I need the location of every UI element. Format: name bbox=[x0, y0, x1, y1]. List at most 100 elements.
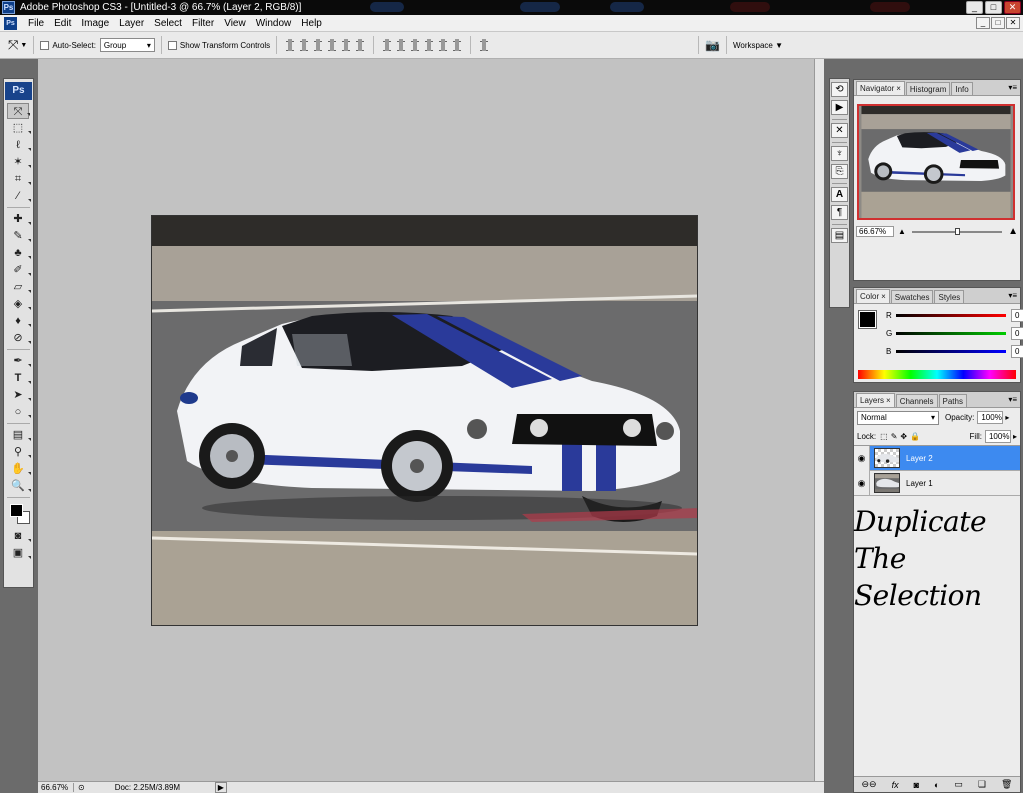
red-value-field[interactable]: 0 bbox=[1011, 308, 1023, 322]
distribute-bottom-icon[interactable] bbox=[409, 39, 421, 51]
menu-edit[interactable]: Edit bbox=[49, 18, 76, 29]
doc-restore-button[interactable]: □ bbox=[991, 17, 1005, 29]
app-menu-icon[interactable]: Ps bbox=[4, 16, 17, 30]
doc-close-button[interactable]: ✕ bbox=[1006, 17, 1020, 29]
auto-align-icon[interactable] bbox=[478, 39, 490, 51]
tab-channels[interactable]: Channels bbox=[895, 394, 938, 407]
menu-layer[interactable]: Layer bbox=[114, 18, 149, 29]
close-icon[interactable]: × bbox=[896, 84, 901, 93]
panel-menu-icon[interactable]: ▾≡ bbox=[1008, 395, 1017, 404]
lock-paint-icon[interactable]: ✎ bbox=[891, 432, 898, 441]
align-right-icon[interactable] bbox=[354, 39, 366, 51]
blend-mode-dropdown[interactable]: Normal ▾ bbox=[857, 410, 939, 425]
actions-panel-icon[interactable]: ▶ bbox=[831, 100, 848, 115]
menu-window[interactable]: Window bbox=[251, 18, 297, 29]
panel-menu-icon[interactable]: ▾≡ bbox=[1008, 291, 1017, 300]
blue-value-field[interactable]: 0 bbox=[1011, 344, 1023, 358]
maximize-button[interactable]: □ bbox=[985, 1, 1002, 14]
brushes-panel-icon[interactable]: ♆ bbox=[831, 146, 848, 161]
opacity-arrow-icon[interactable]: ▸ bbox=[1005, 413, 1009, 422]
tab-styles[interactable]: Styles bbox=[934, 290, 965, 303]
shape-tool-icon[interactable]: ○ bbox=[7, 404, 31, 420]
tab-paths[interactable]: Paths bbox=[938, 394, 967, 407]
clone-source-icon[interactable]: ⎘ bbox=[831, 164, 848, 179]
slider-knob[interactable] bbox=[955, 227, 961, 235]
align-top-icon[interactable] bbox=[284, 39, 296, 51]
zoom-out-icon[interactable]: ▲ bbox=[898, 227, 906, 236]
close-icon[interactable]: × bbox=[886, 396, 891, 405]
fill-arrow-icon[interactable]: ▸ bbox=[1013, 432, 1017, 441]
visibility-eye-icon[interactable]: ◉ bbox=[854, 445, 870, 471]
blue-slider[interactable] bbox=[896, 349, 1006, 353]
status-zoom[interactable]: 66.67% bbox=[38, 783, 74, 792]
visibility-eye-icon[interactable]: ◉ bbox=[854, 470, 870, 496]
crop-tool-icon[interactable]: ⌗ bbox=[7, 171, 31, 187]
menu-image[interactable]: Image bbox=[76, 18, 114, 29]
blur-tool-icon[interactable]: ♦ bbox=[7, 313, 31, 329]
zoom-in-icon[interactable]: ▲ bbox=[1008, 226, 1018, 237]
screen-mode-icon[interactable]: ▣ bbox=[7, 545, 31, 561]
document-workspace[interactable] bbox=[38, 59, 814, 781]
tab-navigator[interactable]: Navigator × bbox=[856, 81, 905, 95]
vertical-scrollbar[interactable] bbox=[814, 59, 824, 781]
lock-position-icon[interactable]: ✥ bbox=[900, 432, 907, 441]
bridge-icon[interactable]: 📷 bbox=[705, 38, 720, 52]
fill-field[interactable]: 100% bbox=[984, 429, 1011, 443]
tab-color[interactable]: Color × bbox=[856, 289, 890, 303]
layer-mask-icon[interactable]: ◙ bbox=[914, 780, 919, 790]
tab-info[interactable]: Info bbox=[951, 82, 973, 95]
type-tool-icon[interactable]: T bbox=[7, 370, 31, 386]
paint-bucket-icon[interactable]: ◈ bbox=[7, 296, 31, 312]
close-button[interactable]: ✕ bbox=[1004, 1, 1021, 14]
align-bottom-icon[interactable] bbox=[312, 39, 324, 51]
zoom-tool-icon[interactable]: 🔍 bbox=[7, 478, 31, 494]
navigator-zoom-slider[interactable] bbox=[911, 227, 1003, 235]
brush-tool-icon[interactable]: ✎ bbox=[7, 228, 31, 244]
slice-tool-icon[interactable]: ⁄ bbox=[7, 188, 31, 204]
align-left-icon[interactable] bbox=[326, 39, 338, 51]
green-slider[interactable] bbox=[896, 331, 1006, 335]
adjustment-layer-icon[interactable]: ◐ bbox=[934, 780, 939, 790]
workspace-menu[interactable]: Workspace ▼ bbox=[733, 41, 783, 50]
move-tool-icon[interactable]: ⤧ bbox=[7, 103, 30, 119]
menu-filter[interactable]: Filter bbox=[187, 18, 219, 29]
minimize-button[interactable]: _ bbox=[966, 1, 983, 14]
move-tool-icon[interactable]: ⤧ bbox=[8, 37, 18, 53]
doc-minimize-button[interactable]: _ bbox=[976, 17, 990, 29]
link-layers-icon[interactable]: ⊖⊖ bbox=[861, 779, 876, 790]
menu-help[interactable]: Help bbox=[296, 18, 327, 29]
menu-view[interactable]: View bbox=[219, 18, 251, 29]
pen-tool-icon[interactable]: ✒ bbox=[7, 353, 31, 369]
distribute-vcenter-icon[interactable] bbox=[395, 39, 407, 51]
history-brush-icon[interactable]: ✐ bbox=[7, 262, 31, 278]
navigator-zoom-field[interactable]: 66.67% bbox=[856, 226, 894, 237]
distribute-hcenter-icon[interactable] bbox=[437, 39, 449, 51]
path-select-icon[interactable]: ➤ bbox=[7, 387, 31, 403]
red-slider[interactable] bbox=[896, 313, 1006, 317]
status-menu-arrow-icon[interactable]: ▶ bbox=[214, 782, 227, 793]
distribute-left-icon[interactable] bbox=[423, 39, 435, 51]
color-spectrum-bar[interactable] bbox=[858, 370, 1016, 379]
document-canvas[interactable] bbox=[151, 215, 698, 626]
layer-comps-icon[interactable]: ▤ bbox=[831, 228, 848, 243]
color-swatches[interactable] bbox=[6, 502, 34, 524]
distribute-top-icon[interactable] bbox=[381, 39, 393, 51]
eyedropper-icon[interactable]: ⚲ bbox=[7, 444, 31, 460]
tab-layers[interactable]: Layers × bbox=[856, 393, 895, 407]
paragraph-panel-icon[interactable]: ¶ bbox=[831, 205, 848, 220]
clone-stamp-icon[interactable]: ♣ bbox=[7, 245, 31, 261]
navigator-thumbnail[interactable] bbox=[857, 104, 1015, 220]
lasso-tool-icon[interactable]: ℓ bbox=[7, 137, 31, 153]
tab-histogram[interactable]: Histogram bbox=[905, 82, 951, 95]
opacity-field[interactable]: 100% bbox=[977, 411, 1004, 424]
auto-select-dropdown[interactable]: Group ▾ bbox=[99, 38, 155, 52]
green-value-field[interactable]: 0 bbox=[1011, 326, 1023, 340]
dodge-tool-icon[interactable]: ⊘ bbox=[7, 330, 31, 346]
history-panel-icon[interactable]: ⟲ bbox=[831, 82, 848, 97]
hand-tool-icon[interactable]: ✋ bbox=[7, 461, 31, 477]
panel-menu-icon[interactable]: ▾≡ bbox=[1008, 83, 1017, 92]
character-panel-icon[interactable]: A bbox=[831, 187, 848, 202]
auto-select-checkbox[interactable] bbox=[40, 40, 50, 50]
tool-presets-icon[interactable]: ✕ bbox=[831, 123, 848, 138]
new-group-icon[interactable]: ▭ bbox=[954, 779, 963, 790]
